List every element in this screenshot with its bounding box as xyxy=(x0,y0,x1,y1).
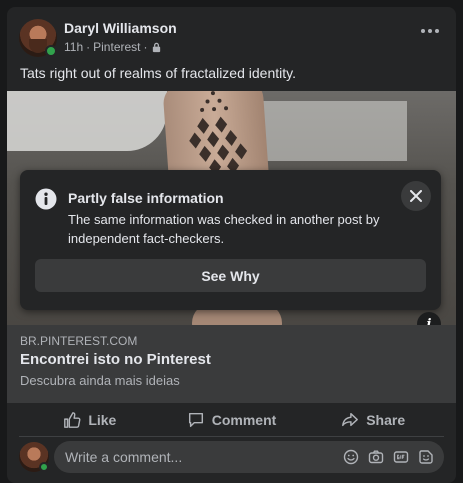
meta-separator-2: · xyxy=(143,40,148,54)
link-preview[interactable]: BR.PINTEREST.COM Encontrei isto no Pinte… xyxy=(7,325,456,403)
comment-tools xyxy=(343,449,434,465)
comment-input[interactable] xyxy=(54,449,324,465)
camera-icon[interactable] xyxy=(368,449,384,465)
link-subtitle: Descubra ainda mais ideias xyxy=(20,373,180,388)
post-card: Daryl Williamson 11h · Pinterest · Tats … xyxy=(7,7,456,483)
fact-check-text: The same information was checked in anot… xyxy=(68,212,380,246)
comment-icon xyxy=(188,412,203,427)
comment-input-box[interactable] xyxy=(54,441,444,473)
thumbs-up-icon xyxy=(64,411,81,428)
more-dot-icon xyxy=(435,29,439,33)
info-icon xyxy=(35,188,57,210)
post-meta: 11h · Pinterest · xyxy=(64,40,162,54)
link-title[interactable]: Encontrei isto no Pinterest xyxy=(20,351,211,368)
fact-check-overlay: Partly false information The same inform… xyxy=(20,170,441,310)
more-options-button[interactable] xyxy=(418,21,442,41)
post-time[interactable]: 11h xyxy=(64,40,83,54)
author-name[interactable]: Daryl Williamson xyxy=(64,20,177,36)
fact-check-title: Partly false information xyxy=(68,190,224,206)
close-button[interactable] xyxy=(401,181,431,211)
post-caption: Tats right out of realms of fractalized … xyxy=(20,65,296,81)
share-label: Share xyxy=(366,411,406,428)
gif-icon[interactable] xyxy=(393,449,409,465)
like-button[interactable]: Like xyxy=(19,403,161,436)
share-icon xyxy=(342,412,359,426)
post-header: Daryl Williamson 11h · Pinterest · xyxy=(7,7,456,65)
emoji-icon[interactable] xyxy=(343,449,359,465)
lock-icon[interactable] xyxy=(151,42,162,53)
like-label: Like xyxy=(88,411,117,428)
share-button[interactable]: Share xyxy=(302,403,444,436)
commenter-online-dot xyxy=(39,462,49,472)
close-icon xyxy=(410,190,422,202)
see-why-button[interactable]: See Why xyxy=(35,259,426,292)
more-dot-icon xyxy=(421,29,425,33)
post-actions-bar: Like Comment Share xyxy=(19,403,444,437)
sticker-icon[interactable] xyxy=(418,449,434,465)
meta-separator: · xyxy=(86,40,91,54)
more-dot-icon xyxy=(428,29,432,33)
comment-label: Comment xyxy=(211,411,277,428)
online-status-dot xyxy=(45,45,57,57)
link-domain: BR.PINTEREST.COM xyxy=(20,334,138,348)
post-source: Pinterest xyxy=(93,40,141,54)
comment-button[interactable]: Comment xyxy=(161,403,303,436)
